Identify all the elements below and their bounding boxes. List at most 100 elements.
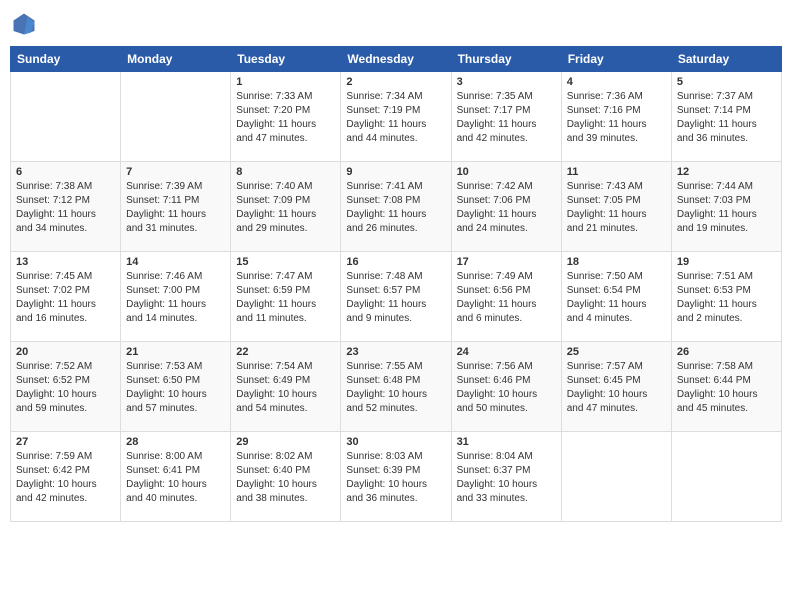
daylight-text: Daylight: 10 hours and 54 minutes. <box>236 389 317 414</box>
sunset-text: Sunset: 7:11 PM <box>126 195 199 206</box>
sunrise-text: Sunrise: 7:44 AM <box>677 181 753 192</box>
sunset-text: Sunset: 6:39 PM <box>346 465 420 476</box>
sunrise-text: Sunrise: 7:49 AM <box>457 271 533 282</box>
day-info: Sunrise: 7:59 AM Sunset: 6:42 PM Dayligh… <box>16 450 115 506</box>
logo <box>10 10 42 38</box>
day-info: Sunrise: 8:04 AM Sunset: 6:37 PM Dayligh… <box>457 450 556 506</box>
day-number: 25 <box>567 346 666 358</box>
calendar-day-cell: 31 Sunrise: 8:04 AM Sunset: 6:37 PM Dayl… <box>451 432 561 522</box>
sunrise-text: Sunrise: 7:57 AM <box>567 361 643 372</box>
day-number: 18 <box>567 256 666 268</box>
day-info: Sunrise: 7:46 AM Sunset: 7:00 PM Dayligh… <box>126 270 225 326</box>
day-number: 26 <box>677 346 776 358</box>
day-info: Sunrise: 7:52 AM Sunset: 6:52 PM Dayligh… <box>16 360 115 416</box>
sunset-text: Sunset: 6:41 PM <box>126 465 200 476</box>
daylight-text: Daylight: 11 hours and 31 minutes. <box>126 209 206 234</box>
sunset-text: Sunset: 7:05 PM <box>567 195 641 206</box>
calendar-day-cell: 1 Sunrise: 7:33 AM Sunset: 7:20 PM Dayli… <box>231 72 341 162</box>
sunset-text: Sunset: 7:14 PM <box>677 105 751 116</box>
sunset-text: Sunset: 7:06 PM <box>457 195 531 206</box>
sunrise-text: Sunrise: 7:56 AM <box>457 361 533 372</box>
daylight-text: Daylight: 11 hours and 19 minutes. <box>677 209 757 234</box>
sunrise-text: Sunrise: 7:55 AM <box>346 361 422 372</box>
calendar-week-row: 6 Sunrise: 7:38 AM Sunset: 7:12 PM Dayli… <box>11 162 782 252</box>
day-info: Sunrise: 7:57 AM Sunset: 6:45 PM Dayligh… <box>567 360 666 416</box>
daylight-text: Daylight: 10 hours and 50 minutes. <box>457 389 538 414</box>
day-info: Sunrise: 7:42 AM Sunset: 7:06 PM Dayligh… <box>457 180 556 236</box>
sunset-text: Sunset: 7:20 PM <box>236 105 310 116</box>
sunset-text: Sunset: 6:37 PM <box>457 465 531 476</box>
calendar-day-cell: 13 Sunrise: 7:45 AM Sunset: 7:02 PM Dayl… <box>11 252 121 342</box>
calendar-day-cell: 24 Sunrise: 7:56 AM Sunset: 6:46 PM Dayl… <box>451 342 561 432</box>
calendar-day-cell: 18 Sunrise: 7:50 AM Sunset: 6:54 PM Dayl… <box>561 252 671 342</box>
day-number: 11 <box>567 166 666 178</box>
sunset-text: Sunset: 7:12 PM <box>16 195 90 206</box>
day-info: Sunrise: 7:33 AM Sunset: 7:20 PM Dayligh… <box>236 90 335 146</box>
sunrise-text: Sunrise: 8:00 AM <box>126 451 202 462</box>
day-number: 10 <box>457 166 556 178</box>
day-info: Sunrise: 7:43 AM Sunset: 7:05 PM Dayligh… <box>567 180 666 236</box>
calendar-day-cell: 7 Sunrise: 7:39 AM Sunset: 7:11 PM Dayli… <box>121 162 231 252</box>
day-info: Sunrise: 7:54 AM Sunset: 6:49 PM Dayligh… <box>236 360 335 416</box>
day-info: Sunrise: 7:34 AM Sunset: 7:19 PM Dayligh… <box>346 90 445 146</box>
sunrise-text: Sunrise: 7:38 AM <box>16 181 92 192</box>
sunset-text: Sunset: 7:09 PM <box>236 195 310 206</box>
calendar-day-cell: 25 Sunrise: 7:57 AM Sunset: 6:45 PM Dayl… <box>561 342 671 432</box>
sunset-text: Sunset: 6:57 PM <box>346 285 420 296</box>
sunset-text: Sunset: 7:02 PM <box>16 285 90 296</box>
day-number: 2 <box>346 76 445 88</box>
daylight-text: Daylight: 11 hours and 6 minutes. <box>457 299 537 324</box>
calendar-day-cell: 8 Sunrise: 7:40 AM Sunset: 7:09 PM Dayli… <box>231 162 341 252</box>
calendar-day-cell: 19 Sunrise: 7:51 AM Sunset: 6:53 PM Dayl… <box>671 252 781 342</box>
calendar-day-cell: 23 Sunrise: 7:55 AM Sunset: 6:48 PM Dayl… <box>341 342 451 432</box>
day-number: 9 <box>346 166 445 178</box>
sunset-text: Sunset: 6:52 PM <box>16 375 90 386</box>
sunrise-text: Sunrise: 7:43 AM <box>567 181 643 192</box>
day-info: Sunrise: 7:48 AM Sunset: 6:57 PM Dayligh… <box>346 270 445 326</box>
sunrise-text: Sunrise: 7:45 AM <box>16 271 92 282</box>
daylight-text: Daylight: 11 hours and 24 minutes. <box>457 209 537 234</box>
sunrise-text: Sunrise: 7:39 AM <box>126 181 202 192</box>
sunset-text: Sunset: 6:54 PM <box>567 285 641 296</box>
daylight-text: Daylight: 11 hours and 44 minutes. <box>346 119 426 144</box>
sunrise-text: Sunrise: 7:46 AM <box>126 271 202 282</box>
sunrise-text: Sunrise: 7:33 AM <box>236 91 312 102</box>
daylight-text: Daylight: 11 hours and 4 minutes. <box>567 299 647 324</box>
sunset-text: Sunset: 6:45 PM <box>567 375 641 386</box>
daylight-text: Daylight: 11 hours and 26 minutes. <box>346 209 426 234</box>
calendar-week-row: 13 Sunrise: 7:45 AM Sunset: 7:02 PM Dayl… <box>11 252 782 342</box>
daylight-text: Daylight: 10 hours and 40 minutes. <box>126 479 207 504</box>
daylight-text: Daylight: 11 hours and 29 minutes. <box>236 209 316 234</box>
weekday-header: Monday <box>121 47 231 72</box>
day-info: Sunrise: 7:58 AM Sunset: 6:44 PM Dayligh… <box>677 360 776 416</box>
day-number: 12 <box>677 166 776 178</box>
calendar-day-cell <box>11 72 121 162</box>
day-info: Sunrise: 7:44 AM Sunset: 7:03 PM Dayligh… <box>677 180 776 236</box>
calendar-day-cell: 5 Sunrise: 7:37 AM Sunset: 7:14 PM Dayli… <box>671 72 781 162</box>
sunset-text: Sunset: 7:08 PM <box>346 195 420 206</box>
day-info: Sunrise: 8:03 AM Sunset: 6:39 PM Dayligh… <box>346 450 445 506</box>
day-info: Sunrise: 7:36 AM Sunset: 7:16 PM Dayligh… <box>567 90 666 146</box>
calendar-day-cell: 20 Sunrise: 7:52 AM Sunset: 6:52 PM Dayl… <box>11 342 121 432</box>
calendar-day-cell: 22 Sunrise: 7:54 AM Sunset: 6:49 PM Dayl… <box>231 342 341 432</box>
day-number: 28 <box>126 436 225 448</box>
daylight-text: Daylight: 11 hours and 11 minutes. <box>236 299 316 324</box>
day-number: 19 <box>677 256 776 268</box>
calendar-day-cell: 2 Sunrise: 7:34 AM Sunset: 7:19 PM Dayli… <box>341 72 451 162</box>
calendar-header-row: SundayMondayTuesdayWednesdayThursdayFrid… <box>11 47 782 72</box>
calendar-day-cell: 11 Sunrise: 7:43 AM Sunset: 7:05 PM Dayl… <box>561 162 671 252</box>
day-info: Sunrise: 7:50 AM Sunset: 6:54 PM Dayligh… <box>567 270 666 326</box>
daylight-text: Daylight: 11 hours and 47 minutes. <box>236 119 316 144</box>
day-info: Sunrise: 7:55 AM Sunset: 6:48 PM Dayligh… <box>346 360 445 416</box>
calendar-day-cell: 12 Sunrise: 7:44 AM Sunset: 7:03 PM Dayl… <box>671 162 781 252</box>
calendar-day-cell: 9 Sunrise: 7:41 AM Sunset: 7:08 PM Dayli… <box>341 162 451 252</box>
day-number: 17 <box>457 256 556 268</box>
calendar-day-cell: 17 Sunrise: 7:49 AM Sunset: 6:56 PM Dayl… <box>451 252 561 342</box>
daylight-text: Daylight: 11 hours and 21 minutes. <box>567 209 647 234</box>
daylight-text: Daylight: 11 hours and 9 minutes. <box>346 299 426 324</box>
weekday-header: Wednesday <box>341 47 451 72</box>
daylight-text: Daylight: 10 hours and 38 minutes. <box>236 479 317 504</box>
day-number: 15 <box>236 256 335 268</box>
weekday-header: Saturday <box>671 47 781 72</box>
calendar-day-cell: 14 Sunrise: 7:46 AM Sunset: 7:00 PM Dayl… <box>121 252 231 342</box>
